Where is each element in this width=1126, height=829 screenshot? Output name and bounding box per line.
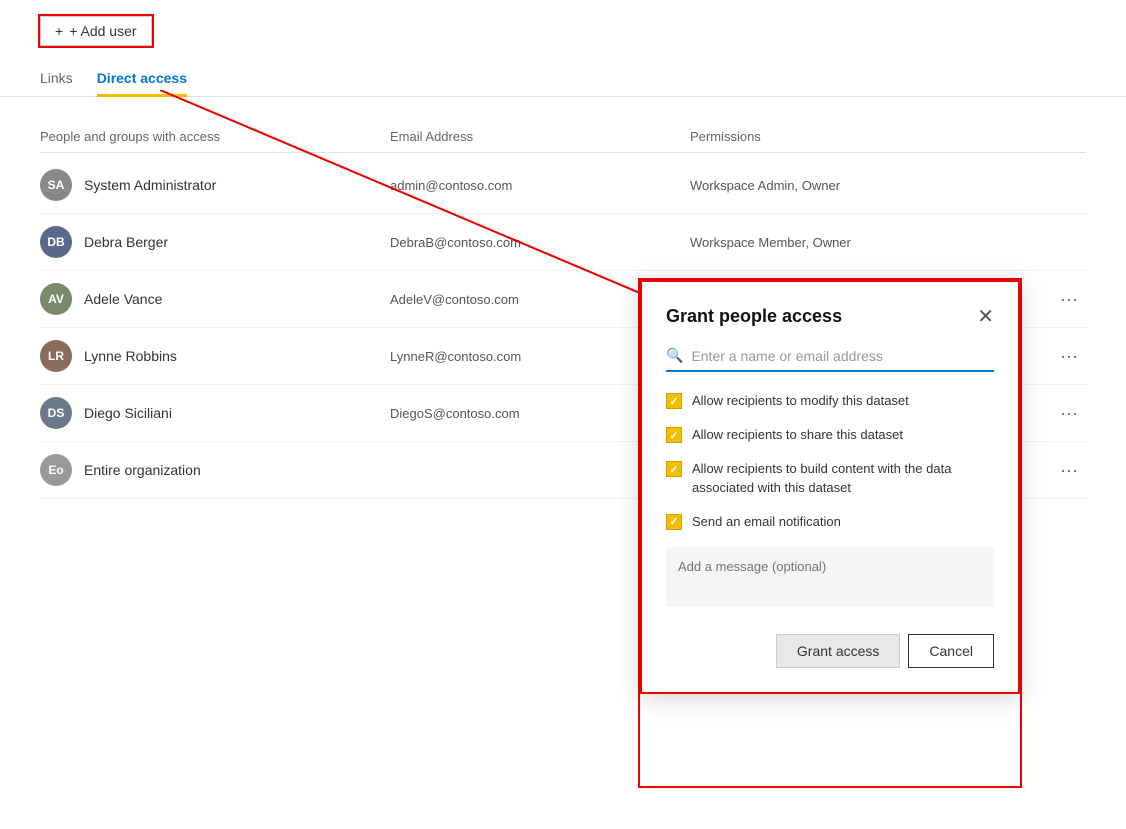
grant-access-label: Grant access bbox=[797, 643, 879, 659]
checkbox-modify: ✓ Allow recipients to modify this datase… bbox=[666, 392, 994, 410]
cancel-label: Cancel bbox=[929, 643, 973, 659]
avatar: DS bbox=[40, 397, 72, 429]
cancel-button[interactable]: Cancel bbox=[908, 634, 994, 668]
checkbox-share-control[interactable]: ✓ bbox=[666, 427, 682, 443]
check-icon: ✓ bbox=[669, 395, 678, 408]
person-name: Adele Vance bbox=[84, 291, 162, 307]
header: + + Add user Links Direct access bbox=[0, 0, 1126, 97]
message-textarea[interactable] bbox=[666, 547, 994, 607]
person-cell: DS Diego Siciliani bbox=[40, 397, 390, 429]
avatar: DB bbox=[40, 226, 72, 258]
more-options-icon[interactable]: ··· bbox=[1052, 346, 1086, 367]
email-cell: DebraB@contoso.com bbox=[390, 235, 690, 250]
add-user-button[interactable]: + + Add user bbox=[40, 16, 152, 46]
tab-direct-access-label: Direct access bbox=[97, 70, 187, 86]
person-name: System Administrator bbox=[84, 177, 216, 193]
check-icon: ✓ bbox=[669, 463, 678, 476]
grant-access-dialog: Grant people access ✕ 🔍 ✓ Allow recipien… bbox=[640, 280, 1020, 694]
permissions-cell: Workspace Admin, Owner bbox=[690, 178, 1086, 193]
dialog-title: Grant people access bbox=[666, 306, 842, 327]
person-name: Diego Siciliani bbox=[84, 405, 172, 421]
checkbox-share-label: Allow recipients to share this dataset bbox=[692, 426, 903, 444]
col-permissions: Permissions bbox=[690, 129, 1086, 144]
avatar: AV bbox=[40, 283, 72, 315]
person-name: Debra Berger bbox=[84, 234, 168, 250]
avatar: SA bbox=[40, 169, 72, 201]
dialog-header: Grant people access ✕ bbox=[666, 306, 994, 327]
checkbox-build-control[interactable]: ✓ bbox=[666, 461, 682, 477]
checkbox-build: ✓ Allow recipients to build content with… bbox=[666, 460, 994, 496]
search-input[interactable] bbox=[691, 348, 994, 364]
tab-direct-access[interactable]: Direct access bbox=[97, 62, 187, 97]
person-name: Lynne Robbins bbox=[84, 348, 177, 364]
col-email: Email Address bbox=[390, 129, 690, 144]
tab-links[interactable]: Links bbox=[40, 62, 73, 97]
checkbox-email: ✓ Send an email notification bbox=[666, 513, 994, 531]
avatar: LR bbox=[40, 340, 72, 372]
plus-icon: + bbox=[55, 23, 63, 39]
checkbox-build-label: Allow recipients to build content with t… bbox=[692, 460, 994, 496]
person-name: Entire organization bbox=[84, 462, 201, 478]
search-field[interactable]: 🔍 bbox=[666, 347, 994, 372]
permissions-cell: Workspace Member, Owner bbox=[690, 235, 1086, 250]
permission-text: Workspace Admin, Owner bbox=[690, 178, 840, 193]
checkbox-share: ✓ Allow recipients to share this dataset bbox=[666, 426, 994, 444]
tab-links-label: Links bbox=[40, 70, 73, 86]
table-row: SA System Administrator admin@contoso.co… bbox=[40, 157, 1086, 214]
person-cell: SA System Administrator bbox=[40, 169, 390, 201]
checkbox-modify-label: Allow recipients to modify this dataset bbox=[692, 392, 909, 410]
grant-access-button[interactable]: Grant access bbox=[776, 634, 900, 668]
dialog-footer: Grant access Cancel bbox=[666, 634, 994, 668]
person-cell: LR Lynne Robbins bbox=[40, 340, 390, 372]
person-cell: DB Debra Berger bbox=[40, 226, 390, 258]
check-icon: ✓ bbox=[669, 429, 678, 442]
page-container: + + Add user Links Direct access People … bbox=[0, 0, 1126, 829]
search-icon: 🔍 bbox=[666, 347, 683, 364]
checkbox-modify-control[interactable]: ✓ bbox=[666, 393, 682, 409]
tabs: Links Direct access bbox=[40, 62, 1086, 96]
more-options-icon[interactable]: ··· bbox=[1052, 403, 1086, 424]
person-cell: Eo Entire organization bbox=[40, 454, 390, 486]
more-options-icon[interactable]: ··· bbox=[1052, 460, 1086, 481]
table-row: DB Debra Berger DebraB@contoso.com Works… bbox=[40, 214, 1086, 271]
permission-text: Workspace Member, Owner bbox=[690, 235, 851, 250]
avatar: Eo bbox=[40, 454, 72, 486]
add-user-label: + Add user bbox=[69, 23, 136, 39]
checkbox-email-label: Send an email notification bbox=[692, 513, 841, 531]
person-cell: AV Adele Vance bbox=[40, 283, 390, 315]
close-dialog-button[interactable]: ✕ bbox=[977, 307, 994, 327]
email-cell: admin@contoso.com bbox=[390, 178, 690, 193]
checkbox-email-control[interactable]: ✓ bbox=[666, 514, 682, 530]
check-icon: ✓ bbox=[669, 515, 678, 528]
more-options-icon[interactable]: ··· bbox=[1052, 289, 1086, 310]
col-people: People and groups with access bbox=[40, 129, 390, 144]
table-header: People and groups with access Email Addr… bbox=[40, 121, 1086, 153]
